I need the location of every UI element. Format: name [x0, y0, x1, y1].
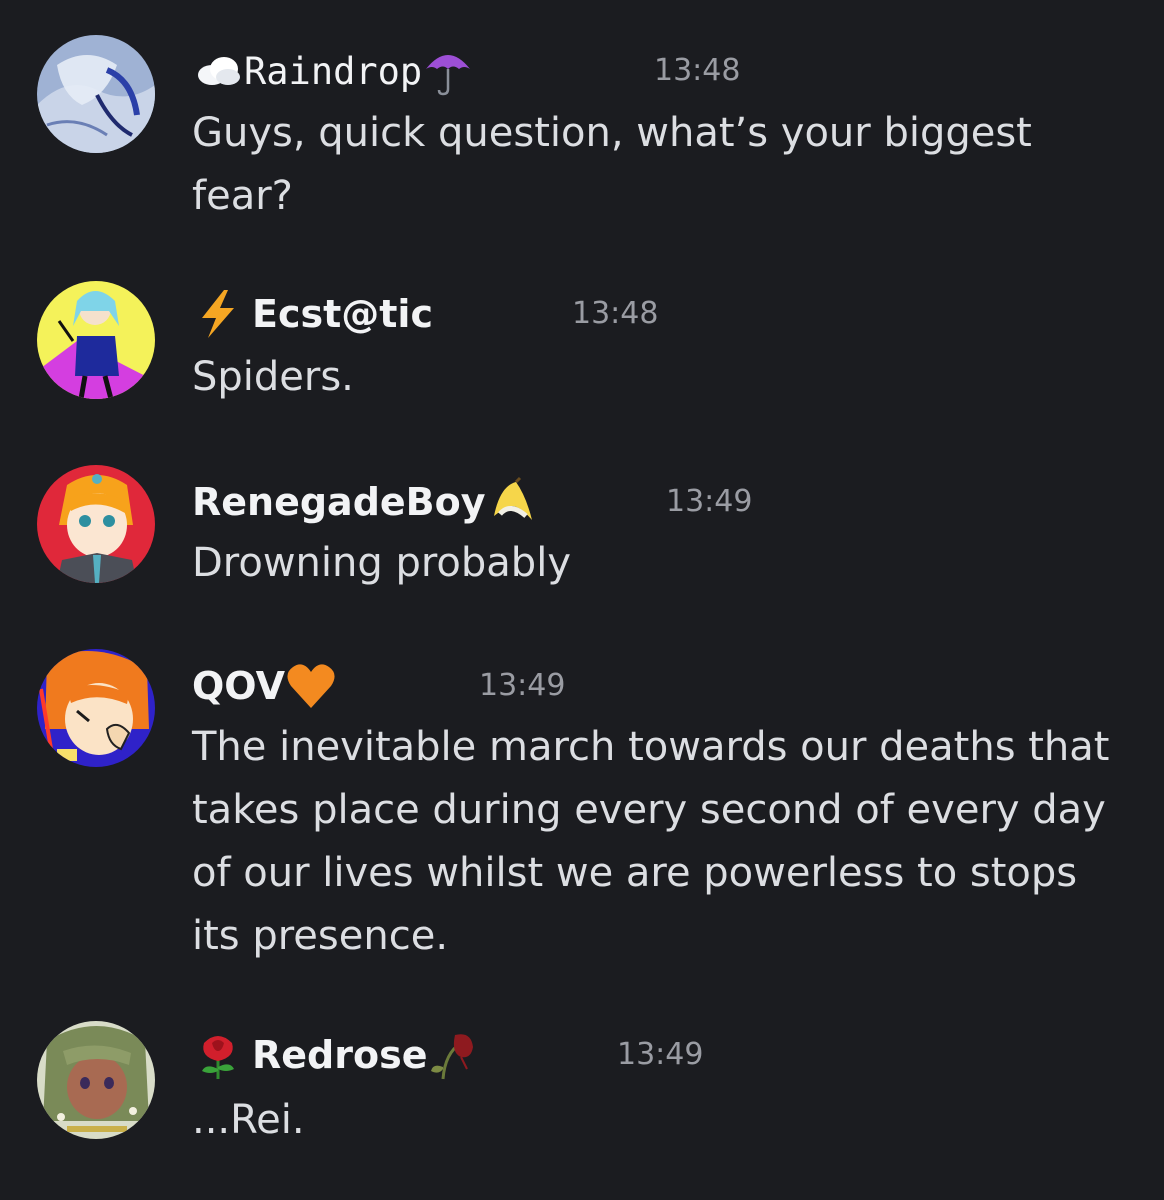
- chat-message-list: Raindrop 13:48 Guys, quick question, wha…: [0, 0, 1164, 1200]
- message-header: RenegadeBoy 13:49: [192, 472, 1152, 532]
- author-name[interactable]: QOV: [192, 656, 337, 716]
- timestamp: 13:49: [479, 668, 566, 703]
- orange-heart-icon: [285, 660, 337, 712]
- message-content: Guys, quick question, what’s your bigges…: [192, 110, 1032, 219]
- avatar[interactable]: [37, 35, 155, 153]
- avatar[interactable]: [37, 649, 155, 767]
- lightning-icon: [192, 288, 244, 340]
- cloud-icon: [192, 45, 244, 97]
- message-header: Ecst@tic 13:48: [192, 284, 1152, 344]
- timestamp: 13:48: [572, 296, 659, 331]
- author-name[interactable]: Raindrop: [192, 41, 474, 101]
- wilted-flower-icon: [427, 1029, 479, 1081]
- timestamp: 13:48: [654, 53, 741, 88]
- message-content: Drowning probably: [192, 540, 571, 586]
- author-label: Ecst@tic: [252, 292, 433, 336]
- umbrella-icon: [422, 45, 474, 97]
- rose-icon: [192, 1029, 244, 1081]
- author-label: Redrose: [252, 1033, 428, 1077]
- banana-icon: [486, 476, 538, 528]
- author-label: Raindrop: [244, 49, 423, 93]
- author-label: QOV: [192, 664, 285, 708]
- author-name[interactable]: Ecst@tic: [192, 284, 433, 344]
- author-name[interactable]: RenegadeBoy: [192, 472, 538, 532]
- message-header: QOV 13:49: [192, 656, 1152, 716]
- message-content: The inevitable march towards our deaths …: [192, 724, 1110, 959]
- message-content: ...Rei.: [192, 1097, 305, 1143]
- message-content: Spiders.: [192, 354, 354, 400]
- avatar[interactable]: [37, 281, 155, 399]
- message-header: Redrose 13:49: [192, 1025, 1152, 1085]
- message-header: Raindrop 13:48: [192, 41, 1152, 101]
- author-name[interactable]: Redrose: [192, 1025, 479, 1085]
- timestamp: 13:49: [666, 484, 753, 519]
- avatar[interactable]: [37, 465, 155, 583]
- author-label: RenegadeBoy: [192, 480, 486, 524]
- avatar[interactable]: [37, 1021, 155, 1139]
- timestamp: 13:49: [617, 1037, 704, 1072]
